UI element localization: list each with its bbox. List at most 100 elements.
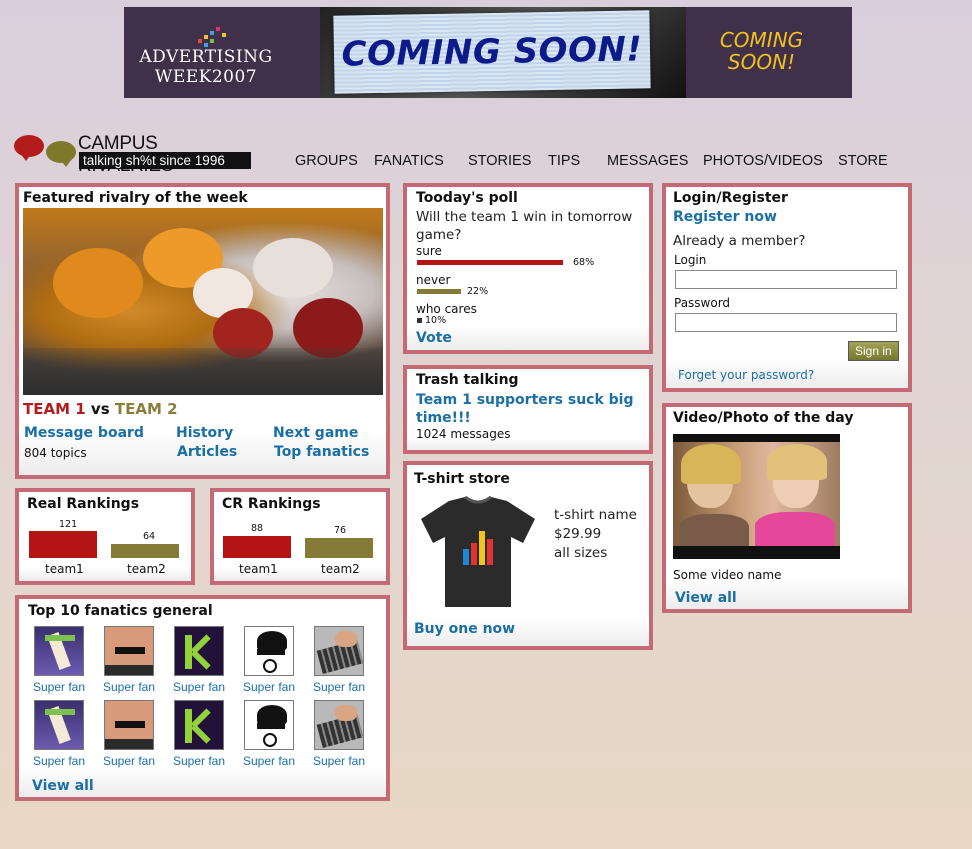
tshirt-sizes: all sizes xyxy=(554,545,608,561)
sign-in-button[interactable]: Sign in xyxy=(848,341,899,361)
advertising-banner[interactable]: ADVERTISING WEEK2007 COMING SOON! COMING… xyxy=(124,7,852,98)
featured-rivalry-photo xyxy=(23,208,383,395)
password-input[interactable] xyxy=(675,313,897,332)
poll-option-bar xyxy=(417,289,461,294)
already-member-label: Already a member? xyxy=(673,233,806,249)
team2-name[interactable]: TEAM 2 xyxy=(115,400,178,418)
tshirt-store-title: T-shirt store xyxy=(414,471,510,487)
fan-avatar[interactable] xyxy=(174,626,224,676)
video-view-all-link[interactable]: View all xyxy=(675,590,737,606)
poll-panel: Tooday's poll Will the team 1 win in tom… xyxy=(403,183,653,354)
password-label: Password xyxy=(674,296,731,310)
cr-rankings-team2-label: team2 xyxy=(321,562,360,576)
video-title: Video/Photo of the day xyxy=(673,410,854,426)
real-rankings-team2-bar xyxy=(111,544,179,558)
nav-groups[interactable]: GROUPS xyxy=(295,153,358,169)
fan-label[interactable]: Super fan xyxy=(304,754,374,768)
login-label: Login xyxy=(674,253,707,267)
nav-messages[interactable]: MESSAGES xyxy=(607,153,688,169)
poll-question: Will the team 1 win in tomorrow game? xyxy=(416,209,633,243)
fan-avatar[interactable] xyxy=(104,700,154,750)
banner-headline: COMING SOON! xyxy=(341,29,643,75)
tshirt-price: $29.99 xyxy=(554,526,602,542)
login-title: Login/Register xyxy=(673,190,788,206)
speech-bubble-red-icon xyxy=(14,135,44,161)
nav-tips[interactable]: TIPS xyxy=(548,153,580,169)
articles-link[interactable]: Articles xyxy=(177,444,237,460)
tshirt-details: t-shirt name $29.99 all sizes xyxy=(554,506,637,563)
fan-avatar[interactable] xyxy=(244,700,294,750)
poll-option-pct: 22% xyxy=(467,286,489,297)
real-rankings-team1-bar xyxy=(29,531,97,558)
trash-talking-message-count: 1024 messages xyxy=(416,427,511,441)
cr-rankings-title: CR Rankings xyxy=(222,496,321,512)
nav-photos-videos[interactable]: PHOTOS/VIDEOS xyxy=(703,153,823,169)
fan-avatar[interactable] xyxy=(174,700,224,750)
cr-rankings-panel: CR Rankings 88 76 team1 team2 xyxy=(210,488,390,585)
cr-rankings-team2-value: 76 xyxy=(334,525,347,536)
fan-avatar[interactable] xyxy=(314,700,364,750)
register-now-link[interactable]: Register now xyxy=(673,209,777,225)
real-rankings-team2-label: team2 xyxy=(127,562,166,576)
next-game-link[interactable]: Next game xyxy=(273,425,358,441)
poll-option-label[interactable]: never xyxy=(416,273,450,287)
video-of-the-day-panel: Video/Photo of the day Some video name V… xyxy=(662,403,912,613)
site-logo[interactable]: CAMPUS RIVALRIES talking sh%t since 1996 xyxy=(14,130,254,176)
buy-tshirt-link[interactable]: Buy one now xyxy=(414,621,515,637)
top-fanatics-link[interactable]: Top fanatics xyxy=(274,444,369,460)
trash-talking-headline-link[interactable]: Team 1 supporters suck big time!!! xyxy=(416,391,646,427)
nav-store[interactable]: STORE xyxy=(838,153,888,169)
fan-label[interactable]: Super fan xyxy=(164,680,234,694)
poll-option-bar xyxy=(417,260,563,265)
video-thumbnail[interactable] xyxy=(673,434,840,559)
poll-title: Tooday's poll xyxy=(416,190,518,206)
banner-side-text: COMING SOON! xyxy=(719,28,804,74)
banner-tv-image: COMING SOON! xyxy=(320,7,686,98)
real-rankings-panel: Real Rankings 121 64 team1 team2 xyxy=(15,488,195,585)
fan-label[interactable]: Super fan xyxy=(304,680,374,694)
fan-label[interactable]: Super fan xyxy=(234,680,304,694)
fan-avatar[interactable] xyxy=(104,626,154,676)
top-fanatics-view-all-link[interactable]: View all xyxy=(32,778,94,794)
nav-fanatics[interactable]: FANATICS xyxy=(374,153,444,169)
top-fanatics-title: Top 10 fanatics general xyxy=(28,603,213,619)
advertising-week-logo-dots-icon xyxy=(194,25,234,47)
trash-talking-title: Trash talking xyxy=(416,372,519,388)
fan-avatar[interactable] xyxy=(314,626,364,676)
rivalry-matchup: TEAM 1 vs TEAM 2 xyxy=(23,400,178,418)
speech-bubble-olive-icon xyxy=(46,141,76,167)
fan-avatar[interactable] xyxy=(244,626,294,676)
poll-option-label[interactable]: sure xyxy=(416,244,442,258)
fan-label[interactable]: Super fan xyxy=(94,754,164,768)
team1-name[interactable]: TEAM 1 xyxy=(23,400,86,418)
login-panel: Login/Register Register now Already a me… xyxy=(662,183,912,392)
featured-rivalry-panel: Featured rivalry of the week TEAM 1 vs T… xyxy=(15,183,390,479)
tshirt-name: t-shirt name xyxy=(554,507,637,523)
fan-label[interactable]: Super fan xyxy=(24,754,94,768)
topics-count: 804 topics xyxy=(24,446,87,460)
poll-option-label[interactable]: who cares xyxy=(416,302,477,316)
vote-button[interactable]: Vote xyxy=(416,330,452,346)
real-rankings-title: Real Rankings xyxy=(27,496,140,512)
video-name: Some video name xyxy=(673,568,782,582)
message-board-link[interactable]: Message board xyxy=(24,425,144,441)
fan-label[interactable]: Super fan xyxy=(234,754,304,768)
forgot-password-link[interactable]: Forget your password? xyxy=(678,368,814,382)
login-input[interactable] xyxy=(675,270,897,289)
history-link[interactable]: History xyxy=(176,425,233,441)
fan-label[interactable]: Super fan xyxy=(24,680,94,694)
banner-tv-screen: COMING SOON! xyxy=(333,10,651,94)
fan-avatar[interactable] xyxy=(34,700,84,750)
fan-avatar[interactable] xyxy=(34,626,84,676)
tshirt-image[interactable] xyxy=(419,495,537,609)
poll-option-pct: 10% xyxy=(425,315,447,326)
top-fanatics-panel: Top 10 fanatics general Super fan Super … xyxy=(15,595,390,801)
real-rankings-team1-label: team1 xyxy=(45,562,84,576)
tshirt-store-panel: T-shirt store t-shirt name $29.99 all si… xyxy=(403,461,653,650)
real-rankings-team1-value: 121 xyxy=(59,519,78,530)
nav-stories[interactable]: STORIES xyxy=(468,153,531,169)
advertising-week-logo: ADVERTISING WEEK2007 xyxy=(139,47,273,87)
site-tagline: talking sh%t since 1996 xyxy=(79,152,251,169)
fan-label[interactable]: Super fan xyxy=(164,754,234,768)
fan-label[interactable]: Super fan xyxy=(94,680,164,694)
